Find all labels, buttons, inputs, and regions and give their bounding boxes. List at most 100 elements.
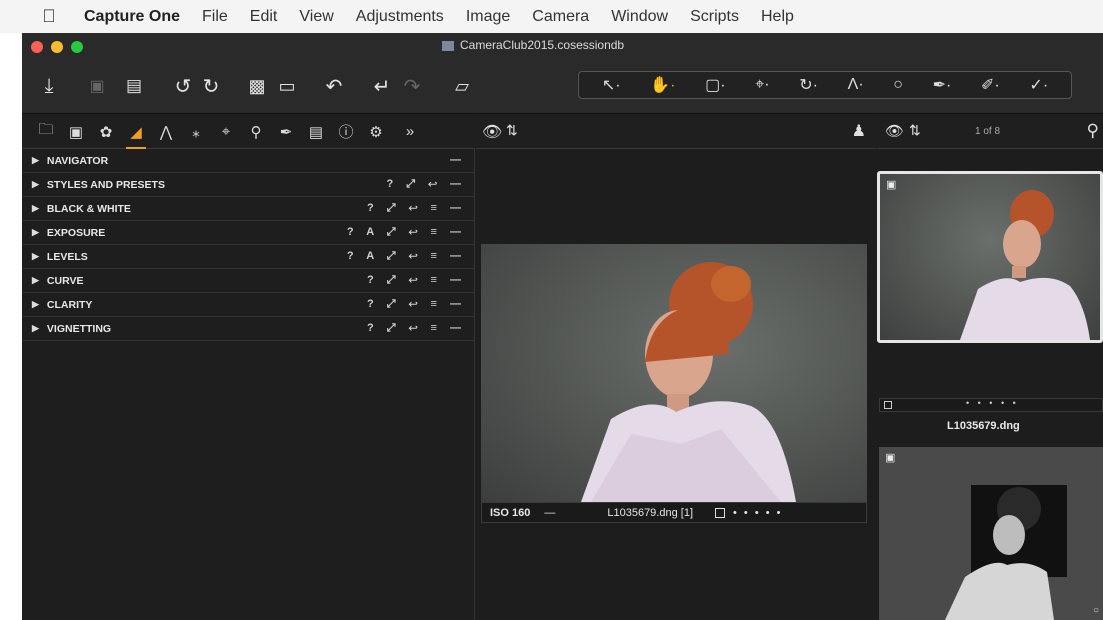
disclosure-triangle-icon[interactable]: ▶ (32, 179, 39, 190)
tab-metadata[interactable]: ▤ (302, 121, 330, 143)
minimize-window-button[interactable] (51, 41, 63, 53)
thumbnail-bw-image (945, 485, 1067, 620)
tab-lens[interactable]: ⋀ (152, 121, 180, 143)
eye-icon[interactable]: 👁 (482, 122, 502, 142)
tool-section-actions[interactable]: — (450, 154, 466, 166)
tool-section-label: CURVE (46, 274, 84, 287)
tab-adjustments[interactable]: ✒ (272, 121, 300, 143)
tab-more[interactable]: » (396, 121, 424, 143)
main-photo[interactable] (481, 244, 867, 502)
browser-sort-icon[interactable]: ⇅ (909, 122, 921, 139)
sort-icon[interactable]: ⇅ (506, 122, 518, 139)
tab-settings[interactable]: ⚙ (362, 121, 390, 143)
camera-badge-icon: ▣ (885, 452, 896, 464)
thumb-rating[interactable]: • • • • • (966, 398, 1019, 408)
menu-adjustments[interactable]: Adjustments (356, 8, 444, 26)
menu-window[interactable]: Window (611, 8, 668, 26)
disclosure-triangle-icon[interactable]: ▶ (32, 203, 39, 214)
tool-section-styles[interactable]: ▶ STYLES AND PRESETS ? ⤢ ↩ — (22, 173, 474, 197)
user-icon[interactable]: ♟ (852, 121, 866, 141)
spot-removal-icon[interactable]: ○ (893, 76, 903, 94)
disclosure-triangle-icon[interactable]: ▶ (32, 227, 39, 238)
trash-icon[interactable]: ▭ (276, 74, 298, 98)
eraser-icon[interactable]: ✓· (1029, 75, 1048, 95)
crop-tool-icon[interactable]: ⌖· (755, 76, 769, 94)
capture-icon[interactable]: ▤ (120, 74, 148, 98)
disclosure-triangle-icon[interactable]: ▶ (32, 251, 39, 262)
color-tag-box[interactable] (715, 507, 725, 518)
brush-icon[interactable]: ✐· (981, 75, 1000, 95)
tab-capture[interactable]: ▣ (62, 121, 90, 143)
menu-camera[interactable]: Camera (532, 8, 589, 26)
brush-tab-icon: ✒ (279, 123, 293, 141)
disclosure-triangle-icon[interactable]: ▶ (32, 323, 39, 334)
tool-section-actions[interactable]: ? A ⤢ ↩ ≡ — (347, 226, 466, 239)
camera-icon: ▣ (68, 123, 84, 141)
tab-exposure[interactable]: ◢ (122, 121, 150, 150)
image-browser: ▣ • • • • • L1035679.dng ▣ ○ (877, 149, 1103, 620)
menu-view[interactable]: View (299, 8, 333, 26)
menu-file[interactable]: File (202, 8, 228, 26)
disclosure-triangle-icon[interactable]: ▶ (32, 299, 39, 310)
import-icon[interactable]: ⤓ (36, 74, 62, 98)
move-to-folder-icon[interactable]: ▩ (244, 74, 270, 98)
thumbnail-selected[interactable]: ▣ (877, 171, 1103, 343)
rotate-right-icon[interactable]: ↻ (200, 74, 222, 98)
menu-scripts[interactable]: Scripts (690, 8, 739, 26)
menu-app-name[interactable]: Capture One (84, 8, 180, 26)
tool-section-clarity[interactable]: ▶ CLARITY ? ⤢ ↩ ≡ — (22, 293, 474, 317)
menu-help[interactable]: Help (761, 8, 794, 26)
select-cursor-icon[interactable]: ↖· (602, 75, 621, 95)
disclosure-triangle-icon[interactable]: ▶ (32, 155, 39, 166)
tool-section-black-white[interactable]: ▶ BLACK & WHITE ? ⤢ ↩ ≡ — (22, 197, 474, 221)
tab-details[interactable]: ⁎ (182, 121, 210, 143)
thumbnail-bw[interactable]: ▣ ○ (879, 447, 1103, 620)
reset-adjustments-icon[interactable]: ↶ (322, 74, 346, 98)
disclosure-triangle-icon[interactable]: ▶ (32, 275, 39, 286)
tool-section-actions[interactable]: ? ⤢ ↩ ≡ — (367, 298, 466, 311)
browser-search-icon[interactable]: ⚲ (1087, 121, 1099, 141)
image-viewer[interactable]: ISO 160 — L1035679.dng [1] • • • • • (476, 149, 876, 620)
browser-eye-icon[interactable]: 👁 (885, 122, 904, 140)
tool-section-actions[interactable]: ? ⤢ ↩ ≡ — (367, 274, 466, 287)
browser-header: 👁 ⇅ 1 of 8 ⚲ (877, 115, 1103, 149)
tab-color[interactable]: ✿ (92, 121, 120, 143)
close-window-button[interactable] (31, 41, 43, 53)
screen:  Capture One File Edit View Adjustments… (0, 0, 1103, 620)
star-rating[interactable]: • • • • • (733, 507, 782, 519)
tool-section-vignetting[interactable]: ▶ VIGNETTING ? ⤢ ↩ ≡ — (22, 317, 474, 341)
rotate-tool-icon[interactable]: ↻· (799, 75, 818, 95)
keystone-icon[interactable]: Λ· (848, 76, 864, 94)
crop-icon: ⌖ (221, 123, 231, 140)
thumb-color-tag[interactable] (884, 401, 892, 409)
tool-section-actions[interactable]: ? ⤢ ↩ ≡ — (367, 322, 466, 335)
rotate-left-icon[interactable]: ↺ (172, 74, 194, 98)
tool-section-actions[interactable]: ? ⤢ ↩ ≡ — (367, 202, 466, 215)
camera-live-icon[interactable]: ▣ (84, 74, 110, 98)
pan-hand-icon[interactable]: ✋· (650, 75, 675, 95)
tool-section-curve[interactable]: ▶ CURVE ? ⤢ ↩ ≡ — (22, 269, 474, 293)
tool-section-actions[interactable]: ? A ⤢ ↩ ≡ — (347, 250, 466, 263)
tab-library[interactable]: 🗀 (32, 121, 60, 143)
zoom-window-button[interactable] (71, 41, 83, 53)
window-title-text: CameraClub2015.cosessiondb (460, 38, 625, 52)
tab-output[interactable]: ⓘ (332, 121, 360, 143)
tool-section-label: STYLES AND PRESETS (46, 178, 165, 191)
tool-section-exposure[interactable]: ▶ EXPOSURE ? A ⤢ ↩ ≡ — (22, 221, 474, 245)
copy-apply-icon[interactable]: ▱ (448, 74, 476, 98)
picker-icon[interactable]: ✒· (933, 75, 952, 95)
tab-local[interactable]: ⚲ (242, 121, 270, 143)
loupe-icon[interactable]: ▢· (705, 75, 725, 95)
lens-icon: ⋀ (159, 123, 173, 141)
menu-edit[interactable]: Edit (250, 8, 278, 26)
search-icon: ⚲ (250, 123, 262, 141)
menu-image[interactable]: Image (466, 8, 510, 26)
tool-section-navigator[interactable]: ▶ NAVIGATOR — (22, 149, 474, 173)
undo-icon[interactable]: ↵ (370, 74, 394, 98)
apple-icon[interactable]:  (38, 6, 60, 27)
thumb-filename: L1035679.dng (947, 420, 1020, 432)
tab-composition[interactable]: ⌖ (212, 121, 240, 143)
tool-section-levels[interactable]: ▶ LEVELS ? A ⤢ ↩ ≡ — (22, 245, 474, 269)
tool-section-actions[interactable]: ? ⤢ ↩ — (387, 178, 467, 191)
redo-icon[interactable]: ↷ (400, 74, 424, 98)
